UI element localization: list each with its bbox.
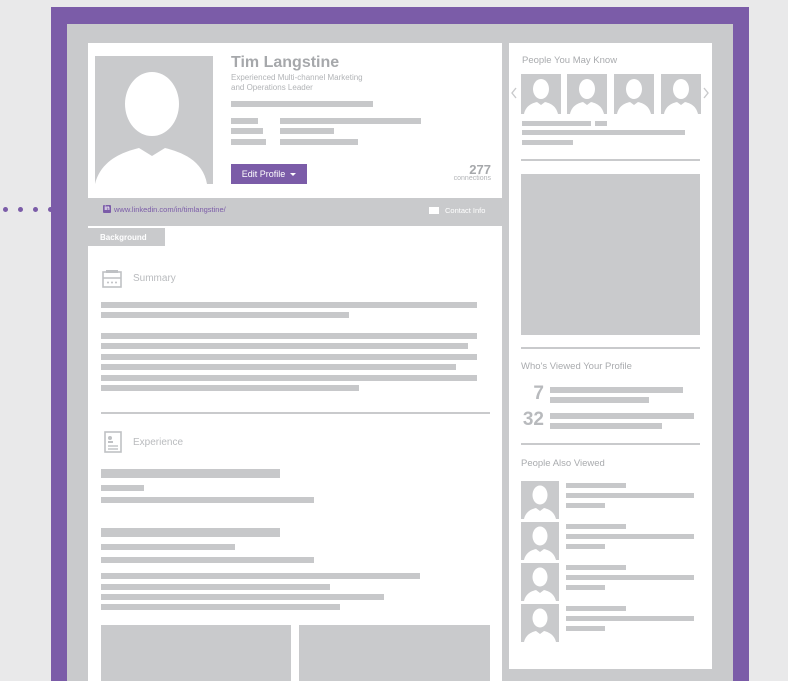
avatar	[521, 604, 559, 642]
people-also-viewed-heading: People Also Viewed	[521, 458, 605, 469]
edit-profile-label: Edit Profile	[241, 169, 286, 179]
placeholder-line	[280, 139, 358, 145]
placeholder-line	[566, 606, 626, 611]
avatar	[521, 522, 559, 560]
summary-text-line	[101, 375, 477, 381]
placeholder-line	[280, 118, 421, 124]
placeholder-line	[566, 534, 694, 539]
experience-text-line	[101, 528, 280, 537]
placeholder-line	[550, 423, 662, 429]
person-silhouette-icon	[524, 608, 556, 642]
person-silhouette-icon	[664, 79, 698, 114]
placeholder-line	[566, 544, 605, 549]
edit-profile-button[interactable]: Edit Profile	[231, 164, 307, 184]
profile-headline-line2: and Operations Leader	[231, 83, 313, 92]
tab-background[interactable]: Background	[88, 228, 165, 246]
sidebar-divider	[521, 443, 700, 445]
chevron-left-icon[interactable]	[510, 86, 518, 99]
experience-text-line	[101, 594, 384, 600]
experience-text-line	[101, 604, 340, 610]
experience-text-line	[101, 497, 314, 503]
placeholder-line	[550, 397, 649, 403]
placeholder-line	[280, 128, 334, 134]
placeholder-line	[566, 493, 694, 498]
chevron-right-icon[interactable]	[702, 86, 710, 99]
people-you-may-know-heading: People You May Know	[522, 55, 618, 66]
summary-heading: Summary	[133, 273, 176, 284]
experience-text-line	[101, 584, 330, 590]
placeholder-line	[566, 575, 694, 580]
summary-text-line	[101, 333, 477, 339]
placeholder-line	[522, 130, 685, 135]
profile-avatar[interactable]	[95, 56, 213, 184]
person-silhouette-icon	[617, 79, 651, 114]
avatar	[521, 563, 559, 601]
summary-text-line	[101, 364, 456, 370]
summary-text-line	[101, 354, 477, 360]
caret-down-icon	[290, 172, 297, 176]
experience-text-line	[101, 544, 235, 550]
suggested-person-avatar[interactable]	[567, 74, 607, 114]
contact-card-icon	[429, 206, 439, 214]
background-card	[88, 226, 502, 681]
person-silhouette-icon	[95, 72, 207, 184]
linkedin-icon: in	[103, 205, 111, 213]
placeholder-line	[550, 413, 694, 419]
sidebar-divider	[521, 159, 700, 161]
ad-placeholder[interactable]	[521, 174, 700, 335]
suggested-person-avatar[interactable]	[661, 74, 701, 114]
experience-text-line	[101, 485, 144, 491]
person-silhouette-icon	[524, 567, 556, 601]
person-silhouette-icon	[524, 79, 558, 114]
placeholder-line	[566, 626, 605, 631]
experience-text-line	[101, 469, 280, 478]
placeholder-line	[522, 121, 591, 126]
media-thumbnail[interactable]	[299, 625, 490, 681]
placeholder-line	[566, 616, 694, 621]
contact-info-button[interactable]: Contact Info	[419, 198, 502, 222]
connections-label: connections	[453, 175, 491, 182]
contact-info-label: Contact Info	[445, 205, 486, 215]
whos-viewed-heading: Who's Viewed Your Profile	[521, 361, 632, 372]
profile-views-count[interactable]: 7	[520, 383, 544, 405]
placeholder-line	[566, 503, 605, 508]
search-appearances-count[interactable]: 32	[515, 409, 544, 431]
profile-url-link[interactable]: www.linkedin.com/in/timlangstine/	[114, 205, 226, 214]
summary-text-line	[101, 385, 359, 391]
placeholder-line	[231, 139, 266, 145]
placeholder-line	[566, 524, 626, 529]
section-divider	[101, 412, 490, 414]
summary-text-line	[101, 312, 349, 318]
placeholder-line	[566, 585, 605, 590]
placeholder-line	[595, 121, 607, 126]
experience-heading: Experience	[133, 437, 184, 448]
person-silhouette-icon	[524, 526, 556, 560]
profile-name: Tim Langstine	[231, 54, 340, 71]
person-silhouette-icon	[570, 79, 604, 114]
placeholder-line	[231, 118, 258, 124]
placeholder-line	[522, 140, 573, 145]
summary-icon	[102, 269, 122, 288]
profile-headline-line1: Experienced Multi-channel Marketing	[231, 73, 363, 82]
experience-text-line	[101, 573, 420, 579]
sidebar-divider	[521, 347, 700, 349]
person-silhouette-icon	[524, 485, 556, 519]
tab-background-label: Background	[100, 232, 147, 242]
placeholder-line	[566, 565, 626, 570]
avatar	[521, 481, 559, 519]
suggested-person-avatar[interactable]	[521, 74, 561, 114]
experience-text-line	[101, 557, 314, 563]
experience-icon	[104, 431, 122, 453]
placeholder-line	[550, 387, 683, 393]
placeholder-line	[566, 483, 626, 488]
placeholder-line	[231, 128, 263, 134]
placeholder-line	[231, 101, 373, 107]
summary-text-line	[101, 302, 477, 308]
suggested-person-avatar[interactable]	[614, 74, 654, 114]
media-thumbnail[interactable]	[101, 625, 291, 681]
summary-text-line	[101, 343, 468, 349]
